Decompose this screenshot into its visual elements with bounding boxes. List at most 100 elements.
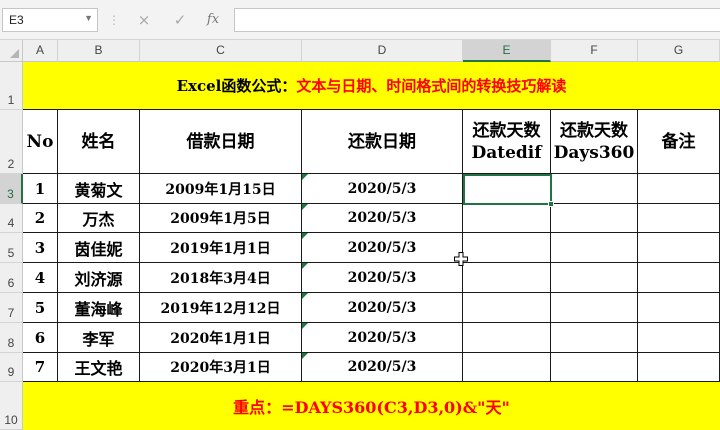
column-header-f[interactable]: F	[551, 40, 638, 62]
cell-name[interactable]: 王文艳	[58, 353, 140, 382]
cell-repay-date[interactable]: 2020/5/3	[302, 293, 463, 323]
row-header-8[interactable]: 8	[0, 323, 23, 353]
column-header-d[interactable]: D	[302, 40, 463, 62]
cell-repay-date-value: 2020/5/3	[347, 210, 417, 226]
cell-days-360[interactable]	[551, 293, 638, 323]
column-header-a[interactable]: A	[23, 40, 58, 62]
cell-name[interactable]: 刘济源	[58, 263, 140, 293]
cell-repay-date[interactable]: 2020/5/3	[302, 233, 463, 263]
cell-repay-date-value: 2020/5/3	[347, 269, 417, 286]
cell-repay-date-value: 2020/5/3	[347, 359, 417, 375]
cell-repay-date-value: 2020/5/3	[347, 239, 417, 256]
cell-repay-date[interactable]: 2020/5/3	[302, 323, 463, 353]
header-name[interactable]: 姓名	[58, 110, 140, 174]
row-header-1[interactable]: 1	[0, 62, 23, 110]
cell-days-360[interactable]	[551, 204, 638, 233]
cell-no[interactable]: 1	[23, 174, 58, 204]
cancel-icon[interactable]: ×	[134, 10, 154, 30]
header-days-360-line2: Days360	[553, 142, 635, 163]
cell-remarks[interactable]	[638, 353, 720, 382]
cell-no[interactable]: 2	[23, 204, 58, 233]
column-header-b[interactable]: B	[58, 40, 140, 62]
cell-days-360[interactable]	[551, 323, 638, 353]
header-days-datedif[interactable]: 还款天数 Datedif	[463, 110, 551, 174]
cell-loan-date[interactable]: 2019年12月12日	[140, 293, 302, 323]
formula-note-cell[interactable]: 重点：=DAYS360(C3,D3,0)&"天"	[23, 382, 720, 430]
cell-remarks[interactable]	[638, 263, 720, 293]
cell-name[interactable]: 董海峰	[58, 293, 140, 323]
column-header-c[interactable]: C	[140, 40, 302, 62]
row-header-5[interactable]: 5	[0, 233, 23, 263]
formula-note-text: 重点：=DAYS360(C3,D3,0)&"天"	[233, 398, 510, 417]
cell-remarks[interactable]	[638, 204, 720, 233]
cell-loan-date[interactable]: 2020年3月1日	[140, 353, 302, 382]
cell-remarks[interactable]	[638, 233, 720, 263]
cell-days-datedif[interactable]	[463, 174, 551, 204]
name-box-value: E3	[9, 13, 24, 27]
select-all-button[interactable]	[0, 40, 23, 62]
cell-days-360[interactable]	[551, 233, 638, 263]
row-header-3[interactable]: 3	[0, 174, 23, 204]
comment-indicator-icon	[302, 204, 308, 210]
header-days-360-line1: 还款天数	[560, 120, 628, 141]
cell-name[interactable]: 黄菊文	[58, 174, 140, 204]
cell-days-datedif[interactable]	[463, 233, 551, 263]
header-remarks[interactable]: 备注	[638, 110, 720, 174]
cell-days-360[interactable]	[551, 263, 638, 293]
comment-indicator-icon	[302, 323, 308, 329]
cell-repay-date[interactable]: 2020/5/3	[302, 204, 463, 233]
cell-loan-date[interactable]: 2009年1月15日	[140, 174, 302, 204]
header-days-360[interactable]: 还款天数 Days360	[551, 110, 638, 174]
column-header-e[interactable]: E	[463, 40, 551, 62]
cell-repay-date[interactable]: 2020/5/3	[302, 174, 463, 204]
row-header-4[interactable]: 4	[0, 204, 23, 233]
cell-remarks[interactable]	[638, 174, 720, 204]
header-no[interactable]: No	[23, 110, 58, 174]
cell-no[interactable]: 3	[23, 233, 58, 263]
cell-loan-date[interactable]: 2009年1月5日	[140, 204, 302, 233]
formula-bar: E3 ▼ ⋮ × ✓ fx	[0, 0, 720, 40]
title-prefix: Excel函数公式：	[176, 77, 297, 95]
header-days-datedif-line2: Datedif	[471, 142, 542, 163]
row-header-9[interactable]: 9	[0, 353, 23, 382]
cell-no[interactable]: 4	[23, 263, 58, 293]
cell-name[interactable]: 万杰	[58, 204, 140, 233]
name-box[interactable]: E3 ▼	[2, 8, 98, 32]
cell-days-datedif[interactable]	[463, 293, 551, 323]
formula-input[interactable]	[234, 8, 720, 32]
row-header-10[interactable]: 10	[0, 382, 23, 430]
formula-bar-grip-icon: ⋮	[108, 13, 120, 27]
cell-days-datedif[interactable]	[463, 353, 551, 382]
cell-name[interactable]: 茵佳妮	[58, 233, 140, 263]
cell-remarks[interactable]	[638, 323, 720, 353]
title-main: 文本与日期、时间格式间的转换技巧解读	[296, 77, 567, 95]
cell-no[interactable]: 7	[23, 353, 58, 382]
cell-loan-date[interactable]: 2020年1月1日	[140, 323, 302, 353]
cell-days-datedif[interactable]	[463, 204, 551, 233]
cell-no[interactable]: 6	[23, 323, 58, 353]
row-header-7[interactable]: 7	[0, 293, 23, 323]
cell-repay-date[interactable]: 2020/5/3	[302, 353, 463, 382]
row-header-6[interactable]: 6	[0, 263, 23, 293]
cell-no[interactable]: 5	[23, 293, 58, 323]
header-repay-date[interactable]: 还款日期	[302, 110, 463, 174]
enter-icon[interactable]: ✓	[170, 10, 190, 30]
column-header-g[interactable]: G	[638, 40, 720, 62]
select-all-triangle-icon	[10, 49, 19, 58]
header-days-datedif-line1: 还款天数	[472, 120, 541, 141]
title-cell[interactable]: Excel函数公式： 文本与日期、时间格式间的转换技巧解读	[23, 62, 720, 110]
row-header-2[interactable]: 2	[0, 110, 23, 174]
cell-repay-date[interactable]: 2020/5/3	[302, 263, 463, 293]
cell-loan-date[interactable]: 2019年1月1日	[140, 233, 302, 263]
cell-cursor-icon	[454, 252, 468, 266]
cell-days-360[interactable]	[551, 353, 638, 382]
cell-remarks[interactable]	[638, 293, 720, 323]
cell-days-360[interactable]	[551, 174, 638, 204]
cell-days-datedif[interactable]	[463, 323, 551, 353]
cell-days-datedif[interactable]	[463, 263, 551, 293]
insert-function-icon[interactable]: fx	[203, 10, 223, 30]
header-loan-date[interactable]: 借款日期	[140, 110, 302, 174]
cell-loan-date[interactable]: 2018年3月4日	[140, 263, 302, 293]
cell-name[interactable]: 李军	[58, 323, 140, 353]
name-box-dropdown-icon[interactable]: ▼	[84, 13, 93, 23]
